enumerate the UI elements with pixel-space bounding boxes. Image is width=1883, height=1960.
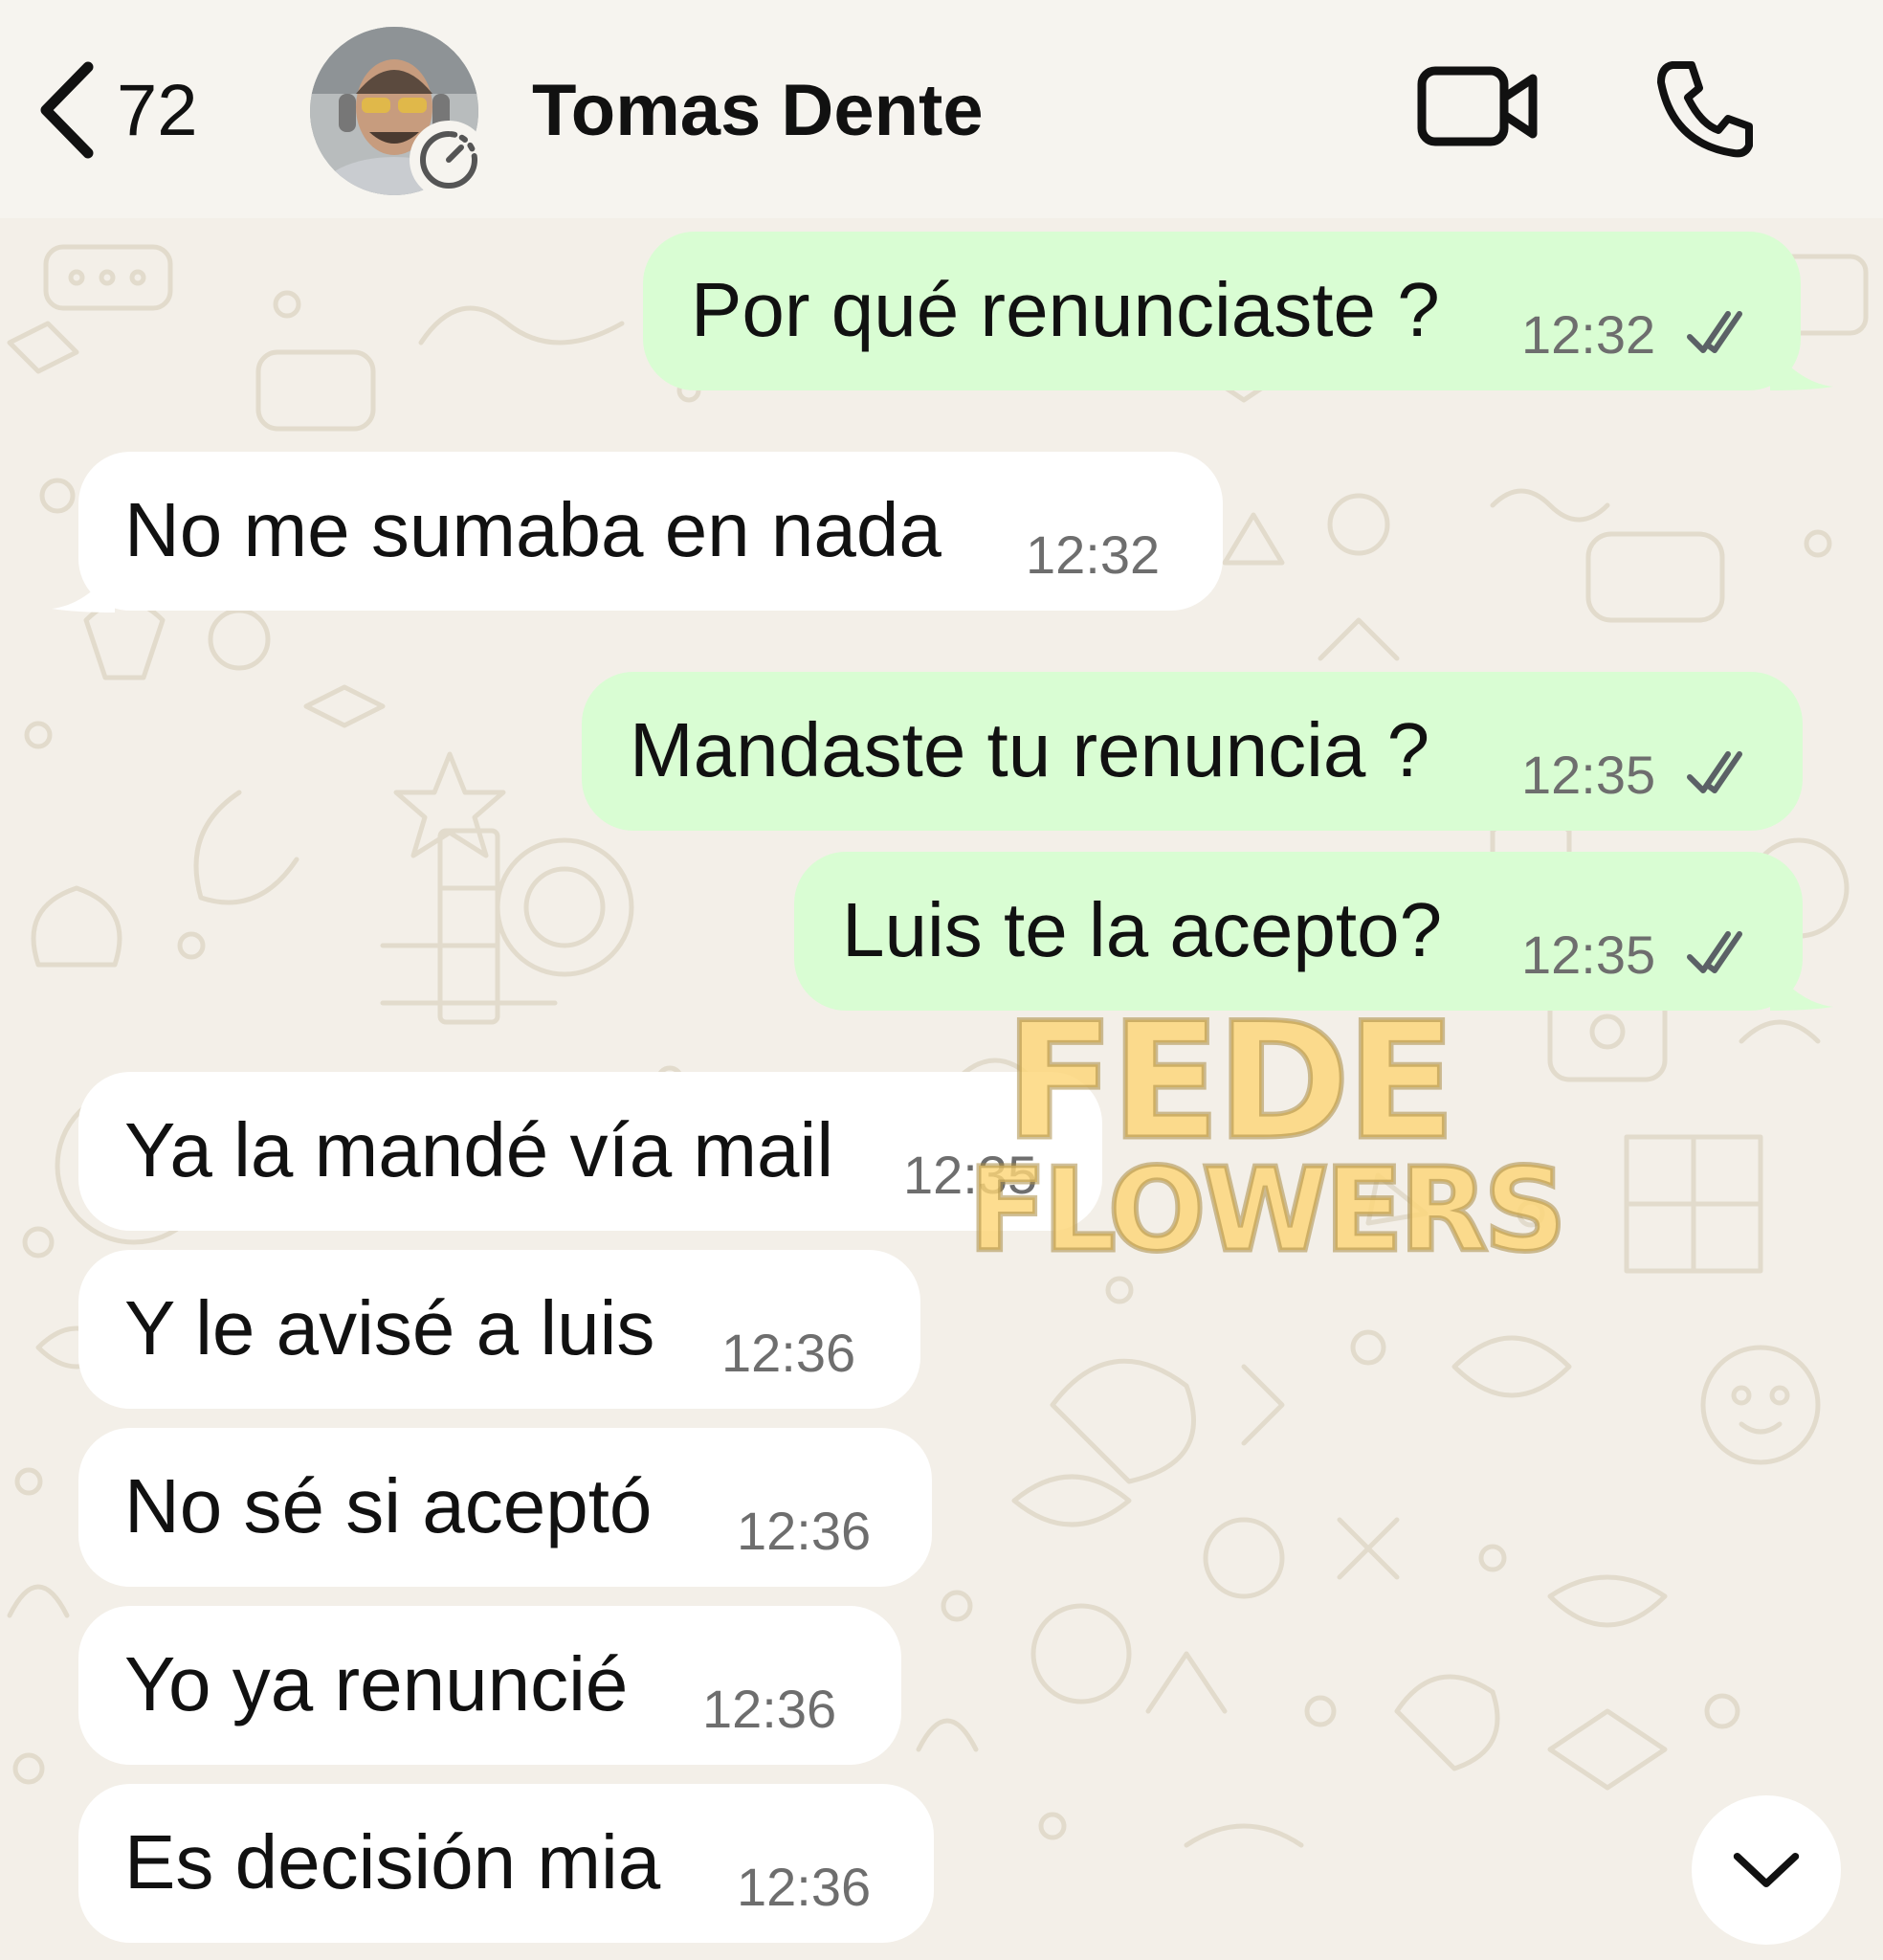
contact-name[interactable]: Tomas Dente [532,69,984,152]
video-call-button[interactable] [1416,63,1540,149]
message-text: Yo ya renuncié [124,1641,629,1726]
message-time: 12:32 [1026,524,1161,585]
message-time: 12:32 [1521,304,1656,365]
message-time: 12:35 [1521,745,1656,805]
watermark-line-2: FLOWERS [965,1143,1568,1281]
message-bubble-outgoing[interactable]: Por qué renunciaste ? 12:32 [643,232,1801,390]
message-text: Y le avisé a luis [124,1285,655,1370]
voice-call-button[interactable] [1653,56,1759,161]
message-text: No me sumaba en nada [124,487,942,572]
message-bubble-incoming[interactable]: Ya la mandé vía mail 12:35 [78,1072,1102,1231]
scroll-to-bottom-button[interactable] [1692,1795,1841,1945]
message-bubble-incoming[interactable]: No me sumaba en nada 12:32 [78,452,1223,611]
double-check-icon [1687,751,1742,793]
message-text: Luis te la acepto? [842,887,1443,972]
message-text: Por qué renunciaste ? [691,267,1440,352]
bubble-tail [1770,345,1833,390]
double-check-icon [1687,931,1742,973]
bubble-tail [52,567,115,612]
chevron-left-icon [40,61,94,159]
message-time: 12:36 [737,1857,872,1917]
message-text: No sé si aceptó [124,1463,653,1548]
message-text: Ya la mandé vía mail [124,1107,834,1192]
double-check-icon [1687,311,1742,353]
phone-icon [1657,61,1753,158]
message-time: 12:36 [702,1679,837,1739]
message-text: Mandaste tu renuncia ? [630,707,1430,792]
unread-count: 72 [117,69,198,151]
video-camera-icon [1417,66,1538,146]
message-bubble-incoming[interactable]: Y le avisé a luis 12:36 [78,1250,920,1409]
chevron-down-icon [1733,1852,1800,1888]
chat-header: 72 Tomas Dente [0,0,1883,218]
message-time: 12:36 [721,1323,856,1383]
back-button[interactable]: 72 [34,57,255,163]
message-text: Es decisión mia [124,1819,661,1904]
status-ring-icon[interactable] [410,121,488,199]
message-bubble-incoming[interactable]: No sé si aceptó 12:36 [78,1428,932,1587]
message-bubble-incoming[interactable]: Es decisión mia 12:36 [78,1784,934,1943]
message-time: 12:36 [737,1501,872,1561]
message-bubble-incoming[interactable]: Yo ya renuncié 12:36 [78,1606,901,1765]
bubble-tail [1770,965,1833,1011]
message-bubble-outgoing[interactable]: Mandaste tu renuncia ? 12:35 [582,672,1803,831]
message-time: 12:35 [1521,924,1656,985]
